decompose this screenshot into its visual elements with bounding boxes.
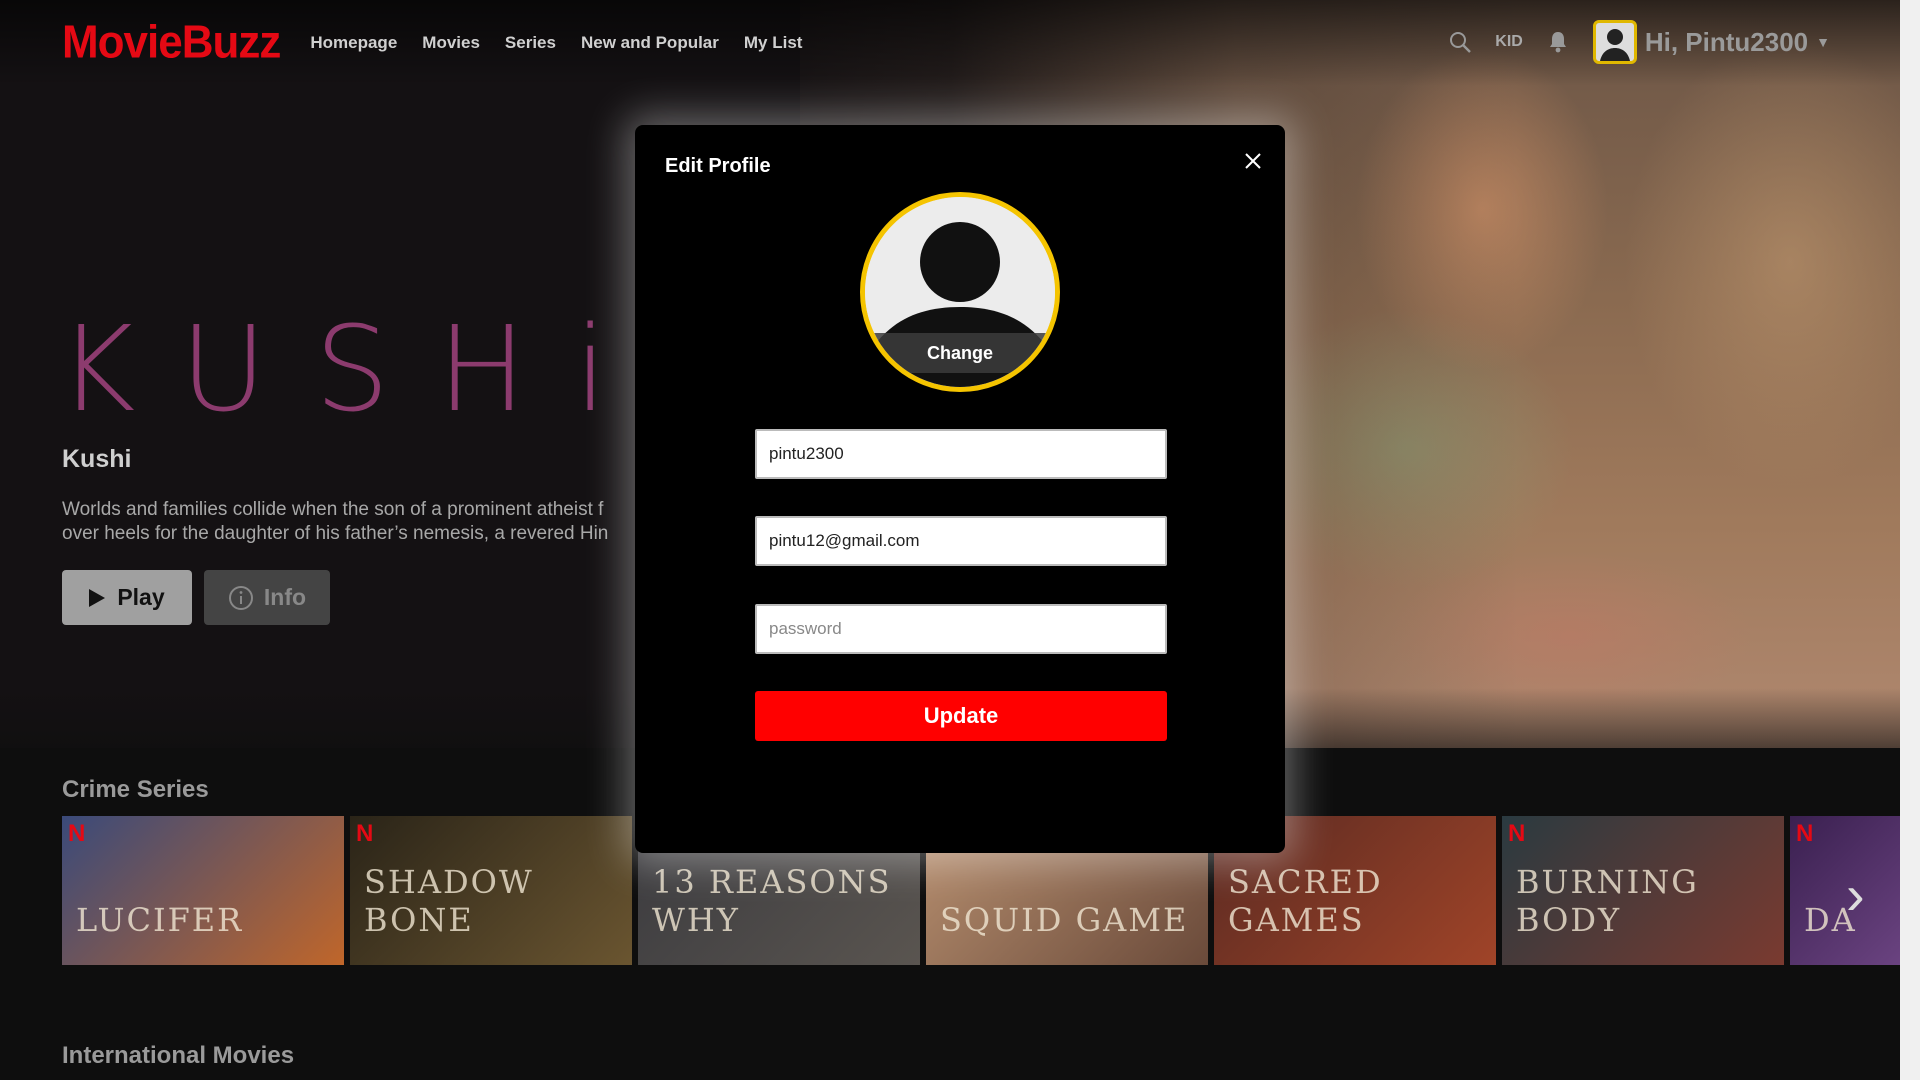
title-card[interactable]: N LUCIFER xyxy=(62,816,344,965)
title-card[interactable]: N BURNING BODY xyxy=(1502,816,1784,965)
hero-description: Worlds and families collide when the son… xyxy=(62,499,609,544)
chevron-down-icon: ▼ xyxy=(1816,34,1830,50)
netflix-n-icon: N xyxy=(1508,820,1526,847)
nav-link-homepage[interactable]: Homepage xyxy=(310,33,397,53)
chevron-right-icon[interactable]: › xyxy=(1846,862,1865,927)
nav-link-my-list[interactable]: My List xyxy=(744,33,803,53)
change-avatar-button[interactable]: Change xyxy=(865,333,1055,373)
netflix-n-icon: N xyxy=(1796,820,1814,847)
close-icon[interactable] xyxy=(1239,147,1267,175)
nav-link-movies[interactable]: Movies xyxy=(422,33,480,53)
card-title: SQUID GAME xyxy=(940,901,1189,939)
hero-title-logo: KUSHi xyxy=(58,300,655,438)
row-title-international-movies: International Movies xyxy=(62,1042,295,1069)
play-icon xyxy=(89,588,106,607)
hero-title: Kushi xyxy=(62,445,132,473)
card-title: 13 REASONS WHY xyxy=(652,863,892,939)
profile-greeting: Hi, Pintu2300 xyxy=(1644,26,1809,57)
kids-link[interactable]: KID xyxy=(1495,33,1523,51)
user-icon xyxy=(1599,29,1630,61)
search-icon[interactable] xyxy=(1447,29,1473,55)
play-button[interactable]: Play xyxy=(62,570,192,625)
username-field[interactable] xyxy=(755,429,1167,479)
avatar xyxy=(1592,20,1637,64)
edit-profile-modal: Edit Profile Change Update xyxy=(635,125,1285,853)
card-title: SHADOW BONE xyxy=(364,863,534,939)
nav-links: Homepage Movies Series New and Popular M… xyxy=(310,33,802,53)
info-icon xyxy=(228,585,253,610)
top-nav: MovieBuzz Homepage Movies Series New and… xyxy=(0,0,1900,86)
bell-icon[interactable] xyxy=(1545,29,1571,55)
page: KUSHi Kushi Worlds and families collide … xyxy=(0,0,1920,1080)
card-title: LUCIFER xyxy=(76,901,244,939)
card-title: SACRED GAMES xyxy=(1228,863,1383,939)
scrollbar-thumb[interactable] xyxy=(1904,0,1916,760)
title-card[interactable]: N SHADOW BONE xyxy=(350,816,632,965)
profile-avatar-picker[interactable]: Change xyxy=(860,192,1060,392)
nav-link-new-and-popular[interactable]: New and Popular xyxy=(581,33,719,53)
card-title: BURNING BODY xyxy=(1516,863,1699,939)
logo[interactable]: MovieBuzz xyxy=(62,17,281,70)
email-field[interactable] xyxy=(755,516,1167,566)
netflix-n-icon: N xyxy=(356,820,374,847)
info-button[interactable]: Info xyxy=(204,570,330,625)
password-field[interactable] xyxy=(755,604,1167,654)
row-title-crime-series: Crime Series xyxy=(62,776,209,803)
nav-right: KID Hi, Pintu2300 ▼ xyxy=(1447,20,1830,64)
nav-link-series[interactable]: Series xyxy=(505,33,556,53)
update-button[interactable]: Update xyxy=(755,691,1167,741)
profile-menu[interactable]: Hi, Pintu2300 ▼ xyxy=(1592,20,1830,64)
modal-title: Edit Profile xyxy=(665,155,771,177)
hero-buttons: Play Info xyxy=(62,570,330,625)
scrollbar[interactable] xyxy=(1900,0,1920,1080)
netflix-n-icon: N xyxy=(68,820,86,847)
